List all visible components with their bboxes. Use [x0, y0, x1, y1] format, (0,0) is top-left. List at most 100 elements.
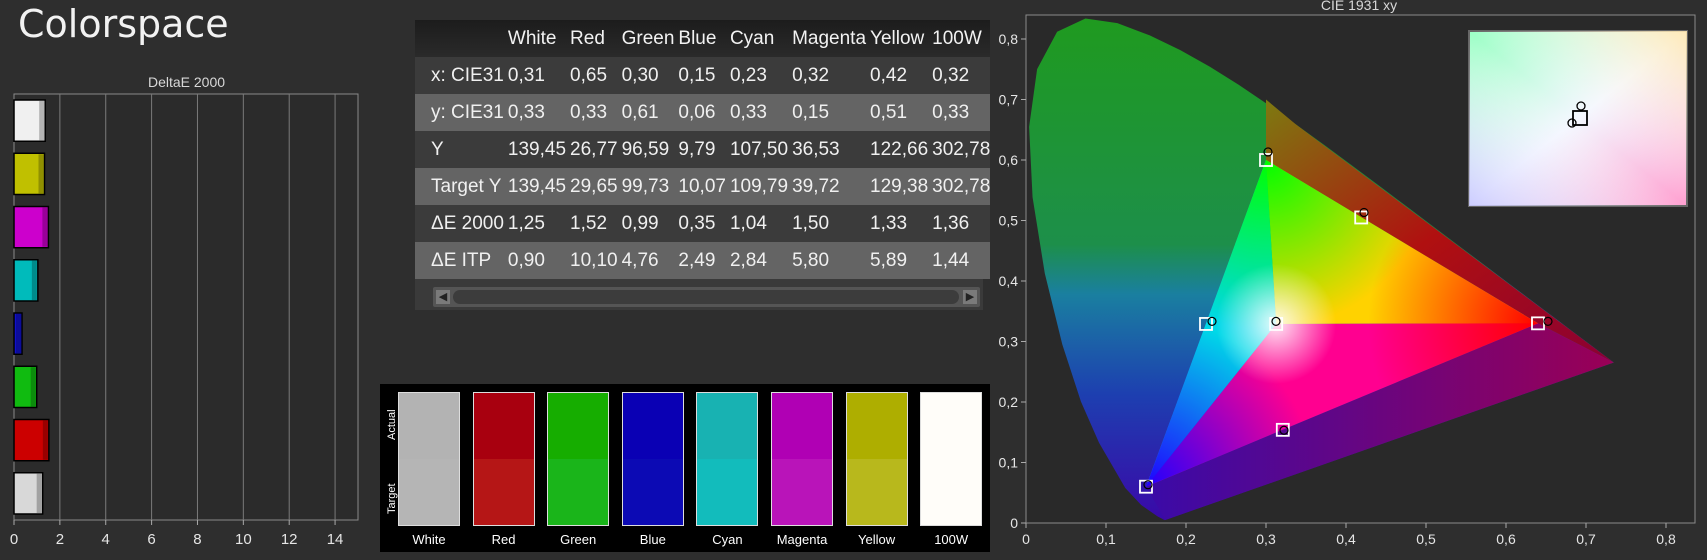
scroll-thumb[interactable] [453, 290, 959, 304]
target-color-patch [622, 459, 683, 525]
table-cell[interactable]: 1,44 [928, 242, 991, 279]
table-cell[interactable]: 1,52 [566, 205, 618, 242]
column-header-blue[interactable]: Blue [674, 20, 726, 57]
table-row: x: CIE31 0,31 0,65 0,30 0,15 0,23 0,32 0,42 0,32 [415, 57, 991, 94]
table-cell[interactable]: 139,45 [503, 131, 567, 168]
delta-bar-cyan [13, 259, 39, 302]
table-cell[interactable]: 10,07 [674, 168, 726, 205]
cie-y-tick: 0,2 [999, 394, 1019, 410]
delta-x-tick: 4 [102, 531, 110, 548]
table-cell[interactable]: 122,66 [866, 131, 929, 168]
target-color-patch [697, 459, 758, 525]
cie-1931-chromaticity-chart: 0 0,1 0,2 0,3 0,4 0,5 0,6 0,7 0,8 0 0,1 0,2 0,3 0,4 0,… [999, 14, 1696, 547]
table-cell[interactable]: 129,38 [866, 168, 929, 205]
table-cell[interactable]: 109,79 [725, 168, 789, 205]
table-cell[interactable]: 4,76 [617, 242, 675, 279]
bar-shade [31, 260, 37, 300]
table-cell[interactable]: 0,23 [725, 57, 789, 94]
actual-color-patch [846, 393, 907, 459]
actual-color-patch [772, 393, 832, 459]
delta-bar-white [13, 99, 46, 142]
bar-shade [42, 420, 48, 460]
table-cell[interactable]: 0,33 [928, 94, 991, 131]
table-cell[interactable]: 96,59 [617, 131, 675, 168]
table-cell[interactable]: 26,77 [566, 131, 618, 168]
cie-y-tick: 0,3 [999, 334, 1019, 350]
column-header-white[interactable]: White [503, 20, 567, 57]
actual-color-patch [548, 393, 609, 459]
table-cell[interactable]: 5,80 [788, 242, 867, 279]
delta-x-tick: 0 [10, 531, 18, 548]
measurement-table: White Red Green Blue Cyan Magenta Yellow 100W x… [415, 20, 991, 279]
column-header-magenta[interactable]: Magenta [788, 20, 867, 57]
table-cell[interactable]: 1,33 [866, 205, 929, 242]
column-header-yellow[interactable]: Yellow [866, 20, 929, 57]
swatch-yellow [845, 392, 908, 526]
table-cell[interactable]: 9,79 [674, 131, 726, 168]
white-point-glow [1216, 263, 1337, 384]
table-cell[interactable]: 0,31 [503, 57, 567, 94]
color-swatch-panel: Actual Target White Red Green Blue Cyan Magen… [380, 384, 990, 552]
cie-y-tick: 0 [1010, 515, 1018, 531]
cie-x-tick: 0,5 [1416, 531, 1436, 547]
table-cell[interactable]: 0,51 [866, 94, 929, 131]
target-color-patch [921, 459, 982, 525]
table-cell[interactable]: 0,30 [617, 57, 675, 94]
table-cell[interactable]: 107,50 [725, 131, 789, 168]
delta-e-bar-chart: 0 2 4 6 8 10 12 14 [10, 93, 359, 548]
table-cell[interactable]: 0,35 [674, 205, 726, 242]
table-horizontal-scrollbar[interactable]: ◀ ▶ [433, 287, 980, 307]
column-header-100w[interactable]: 100W [928, 20, 991, 57]
column-header-green[interactable]: Green [617, 20, 675, 57]
column-header-red[interactable]: Red [566, 20, 618, 57]
table-cell[interactable]: 0,99 [617, 205, 675, 242]
row-label: ΔE 2000 [415, 205, 504, 242]
table-cell[interactable]: 0,06 [674, 94, 726, 131]
cie-y-tick: 0,5 [999, 213, 1019, 229]
table-cell[interactable]: 0,90 [503, 242, 567, 279]
corner-header[interactable] [415, 20, 504, 57]
table-cell[interactable]: 2,84 [725, 242, 789, 279]
table-cell[interactable]: 139,45 [503, 168, 567, 205]
swatch-red [472, 392, 535, 526]
actual-color-patch [921, 393, 982, 459]
bar-shade [39, 101, 45, 141]
table-cell[interactable]: 2,49 [674, 242, 726, 279]
cie-y-tick: 0,4 [999, 273, 1019, 289]
white-point-zoom-inset [1468, 30, 1688, 207]
cie-x-tick: 0,8 [1656, 531, 1676, 547]
table-cell[interactable]: 10,10 [566, 242, 618, 279]
target-color-patch [399, 459, 459, 525]
table-cell[interactable]: 1,25 [503, 205, 567, 242]
table-cell[interactable]: 0,65 [566, 57, 618, 94]
table-cell[interactable]: 0,33 [566, 94, 618, 131]
table-cell[interactable]: 0,32 [788, 57, 867, 94]
table-cell[interactable]: 99,73 [617, 168, 675, 205]
scroll-left-arrow-icon[interactable]: ◀ [436, 290, 450, 304]
table-cell[interactable]: 5,89 [866, 242, 929, 279]
column-header-cyan[interactable]: Cyan [725, 20, 789, 57]
table-cell[interactable]: 302,78 [928, 168, 991, 205]
table-cell[interactable]: 1,04 [725, 205, 789, 242]
table-cell[interactable]: 0,33 [725, 94, 789, 131]
table-cell[interactable]: 0,42 [866, 57, 929, 94]
table-cell[interactable]: 39,72 [788, 168, 867, 205]
swatch-white [398, 392, 460, 526]
actual-label: Actual [386, 409, 398, 440]
cie-x-tick: 0 [1022, 531, 1030, 547]
table-cell[interactable]: 1,50 [788, 205, 867, 242]
cie-x-tick: 0,1 [1096, 531, 1116, 547]
table-cell[interactable]: 29,65 [566, 168, 618, 205]
table-cell[interactable]: 302,78 [928, 131, 991, 168]
scroll-right-arrow-icon[interactable]: ▶ [963, 290, 977, 304]
table-row: y: CIE31 0,33 0,33 0,61 0,06 0,33 0,15 0,51 0,33 [415, 94, 991, 131]
table-cell[interactable]: 1,36 [928, 205, 991, 242]
table-cell[interactable]: 0,15 [788, 94, 867, 131]
table-cell[interactable]: 0,32 [928, 57, 991, 94]
table-cell[interactable]: 0,61 [617, 94, 675, 131]
actual-color-patch [697, 393, 758, 459]
delta-x-tick: 14 [327, 531, 344, 548]
table-cell[interactable]: 0,33 [503, 94, 567, 131]
table-cell[interactable]: 0,15 [674, 57, 726, 94]
table-cell[interactable]: 36,53 [788, 131, 867, 168]
